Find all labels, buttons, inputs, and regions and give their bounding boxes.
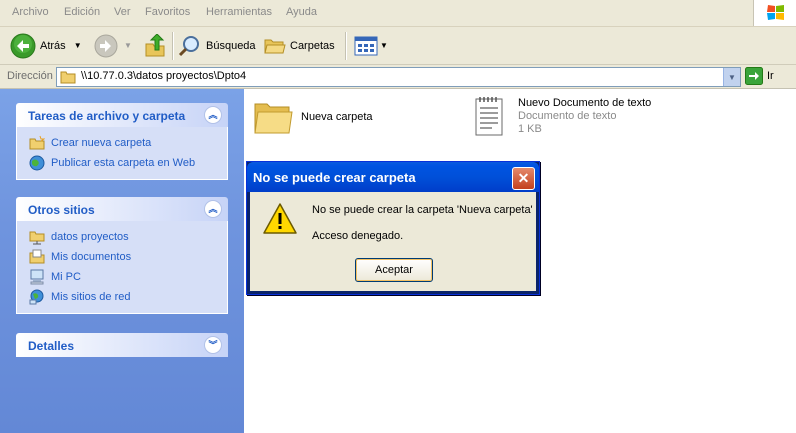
panel-title: Otros sitios bbox=[28, 203, 95, 217]
chevron-down-icon: ▼ bbox=[728, 72, 736, 82]
toolbar-separator bbox=[345, 32, 347, 60]
place-label: Mis documentos bbox=[51, 251, 132, 263]
details-header[interactable]: Detalles ︾ bbox=[16, 333, 228, 357]
views-button[interactable]: ▼ bbox=[354, 27, 388, 64]
menu-ayuda[interactable]: Ayuda bbox=[286, 6, 317, 18]
search-button[interactable]: Búsqueda bbox=[178, 27, 256, 64]
task-label: Crear nueva carpeta bbox=[51, 137, 152, 149]
toolbar-separator bbox=[172, 32, 174, 60]
place-label: Mi PC bbox=[51, 271, 81, 283]
dialog-message: No se puede crear la carpeta 'Nueva carp… bbox=[312, 204, 533, 216]
place-datos-proyectos[interactable]: datos proyectos bbox=[17, 227, 227, 247]
file-tasks-header[interactable]: Tareas de archivo y carpeta ︽ bbox=[16, 103, 228, 127]
address-bar: Dirección \\10.77.0.3\datos proyectos\Dp… bbox=[0, 65, 796, 89]
expand-icon[interactable]: ︾ bbox=[204, 336, 222, 354]
collapse-icon[interactable]: ︽ bbox=[204, 106, 222, 124]
task-new-folder[interactable]: Crear nueva carpeta bbox=[17, 133, 227, 153]
folders-label: Carpetas bbox=[290, 39, 335, 52]
new-folder-icon bbox=[29, 135, 45, 150]
folders-button[interactable]: Carpetas bbox=[264, 27, 335, 64]
go-button[interactable]: Ir bbox=[745, 67, 774, 85]
search-icon bbox=[178, 35, 199, 56]
collapse-icon[interactable]: ︽ bbox=[204, 200, 222, 218]
menu-ver[interactable]: Ver bbox=[114, 6, 131, 18]
dialog-detail: Acceso denegado. bbox=[312, 230, 404, 242]
forward-arrow-icon bbox=[94, 34, 118, 57]
details-panel: Detalles ︾ bbox=[16, 333, 228, 357]
task-pane: Tareas de archivo y carpeta ︽ Crear nuev… bbox=[0, 89, 244, 433]
file-tasks-panel: Tareas de archivo y carpeta ︽ Crear nuev… bbox=[16, 103, 228, 180]
ok-button[interactable]: Aceptar bbox=[355, 258, 433, 282]
dialog-body: No se puede crear la carpeta 'Nueva carp… bbox=[250, 192, 536, 291]
go-label: Ir bbox=[767, 70, 774, 82]
panel-title: Tareas de archivo y carpeta bbox=[28, 109, 186, 123]
back-label: Atrás bbox=[40, 39, 66, 52]
menu-favoritos[interactable]: Favoritos bbox=[145, 6, 190, 18]
file-item-folder[interactable]: Nueva carpeta bbox=[252, 97, 373, 137]
error-dialog: No se puede crear carpeta ✕ No se puede … bbox=[246, 161, 540, 295]
task-publish-web[interactable]: Publicar esta carpeta en Web bbox=[17, 153, 227, 173]
warning-icon bbox=[263, 203, 297, 234]
menu-archivo[interactable]: Archivo bbox=[12, 6, 49, 18]
up-folder-button[interactable] bbox=[144, 27, 166, 64]
up-folder-icon bbox=[145, 33, 165, 56]
panel-title: Detalles bbox=[28, 339, 75, 353]
place-my-documents[interactable]: Mis documentos bbox=[17, 247, 227, 267]
file-size: 1 KB bbox=[518, 123, 542, 135]
place-my-computer[interactable]: Mi PC bbox=[17, 267, 227, 287]
file-type: Documento de texto bbox=[518, 110, 617, 122]
menu-herramientas[interactable]: Herramientas bbox=[206, 6, 272, 18]
address-label: Dirección bbox=[7, 70, 53, 82]
windows-logo-icon bbox=[753, 0, 796, 26]
views-dropdown-icon[interactable]: ▼ bbox=[380, 41, 388, 50]
address-path: \\10.77.0.3\datos proyectos\Dpto4 bbox=[81, 70, 247, 82]
forward-dropdown-icon[interactable]: ▼ bbox=[124, 41, 132, 50]
menu-bar: Archivo Edición Ver Favoritos Herramient… bbox=[0, 0, 796, 27]
toolbar: Atrás ▼ ▼ Búsqueda Carpetas ▼ bbox=[0, 27, 796, 65]
folders-icon bbox=[264, 39, 286, 53]
place-network[interactable]: Mis sitios de red bbox=[17, 287, 227, 307]
other-places-panel: Otros sitios ︽ datos proyectos Mis docum… bbox=[16, 197, 228, 314]
place-label: datos proyectos bbox=[51, 231, 129, 243]
my-documents-icon bbox=[29, 249, 45, 264]
back-button[interactable]: Atrás ▼ bbox=[10, 27, 82, 64]
back-arrow-icon bbox=[10, 33, 36, 58]
network-folder-icon bbox=[29, 231, 45, 245]
place-label: Mis sitios de red bbox=[51, 291, 131, 303]
my-computer-icon bbox=[30, 269, 44, 285]
text-document-icon bbox=[475, 97, 503, 136]
address-dropdown-button[interactable]: ▼ bbox=[723, 68, 740, 86]
folder-small-icon bbox=[60, 71, 76, 84]
close-button[interactable]: ✕ bbox=[512, 167, 535, 190]
dialog-title-bar[interactable]: No se puede crear carpeta ✕ bbox=[247, 162, 539, 192]
file-item-textdoc[interactable]: Nuevo Documento de texto Documento de te… bbox=[472, 95, 651, 139]
file-name: Nuevo Documento de texto bbox=[518, 97, 652, 109]
forward-button[interactable]: ▼ bbox=[94, 27, 132, 64]
menu-edicion[interactable]: Edición bbox=[64, 6, 100, 18]
file-name: Nueva carpeta bbox=[301, 111, 373, 123]
views-icon bbox=[354, 36, 378, 55]
globe-icon bbox=[29, 155, 45, 171]
other-places-header[interactable]: Otros sitios ︽ bbox=[16, 197, 228, 221]
address-input[interactable]: \\10.77.0.3\datos proyectos\Dpto4 ▼ bbox=[56, 67, 741, 87]
close-icon: ✕ bbox=[517, 170, 530, 186]
folder-icon bbox=[254, 103, 293, 134]
task-label: Publicar esta carpeta en Web bbox=[51, 157, 196, 169]
back-dropdown-icon[interactable]: ▼ bbox=[74, 41, 82, 50]
dialog-title: No se puede crear carpeta bbox=[253, 170, 416, 185]
search-label: Búsqueda bbox=[206, 39, 256, 52]
go-arrow-icon bbox=[745, 67, 763, 85]
network-places-icon bbox=[29, 289, 44, 305]
